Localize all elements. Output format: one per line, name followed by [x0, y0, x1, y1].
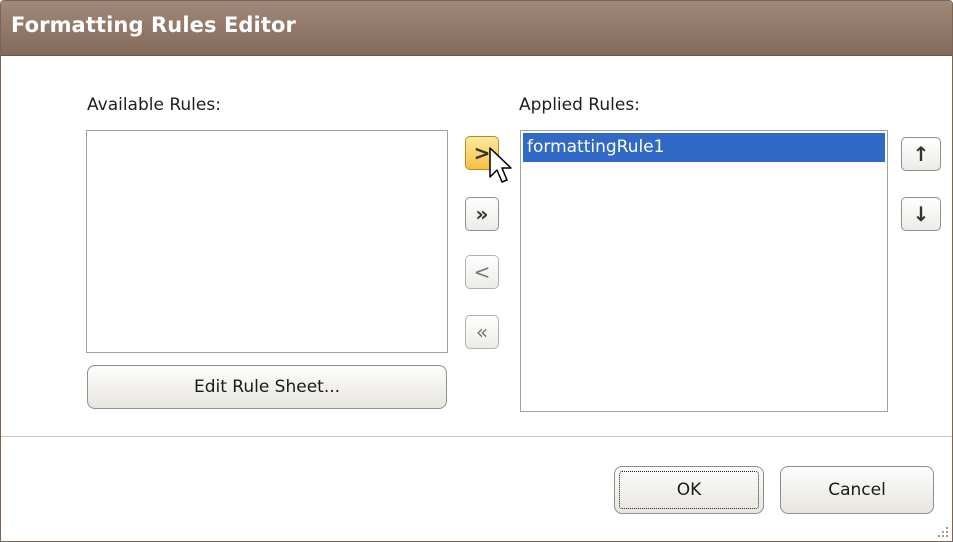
- arrow-down-icon: ↓: [912, 202, 930, 226]
- move-all-right-button[interactable]: »: [465, 197, 499, 231]
- available-rules-label: Available Rules:: [87, 95, 221, 115]
- chevron-left-icon: <: [473, 260, 491, 284]
- move-down-button[interactable]: ↓: [901, 197, 941, 231]
- cancel-button[interactable]: Cancel: [780, 466, 934, 514]
- arrow-up-icon: ↑: [912, 142, 930, 166]
- double-chevron-right-icon: »: [475, 202, 489, 226]
- mouse-pointer-icon: [489, 147, 512, 183]
- focus-ring: [619, 471, 759, 509]
- ok-button[interactable]: OK: [614, 466, 764, 514]
- applied-rules-label: Applied Rules:: [519, 95, 640, 115]
- list-item[interactable]: formattingRule1: [523, 133, 885, 162]
- edit-rule-sheet-button[interactable]: Edit Rule Sheet...: [87, 365, 447, 409]
- move-up-button[interactable]: ↑: [901, 137, 941, 171]
- move-all-left-button[interactable]: «: [465, 315, 499, 349]
- move-left-button[interactable]: <: [465, 255, 499, 289]
- footer-divider: [1, 436, 952, 437]
- title-bar[interactable]: Formatting Rules Editor: [1, 1, 952, 56]
- dialog-title: Formatting Rules Editor: [11, 13, 296, 37]
- formatting-rules-editor-dialog: Formatting Rules Editor Available Rules:…: [0, 0, 953, 542]
- double-chevron-left-icon: «: [475, 320, 489, 344]
- available-rules-list[interactable]: [86, 130, 448, 353]
- chevron-right-icon: >: [473, 141, 491, 165]
- cancel-label: Cancel: [828, 480, 886, 500]
- edit-rule-sheet-label: Edit Rule Sheet...: [193, 377, 341, 397]
- applied-rules-list[interactable]: formattingRule1: [520, 130, 888, 412]
- resize-grip-icon[interactable]: [937, 526, 949, 538]
